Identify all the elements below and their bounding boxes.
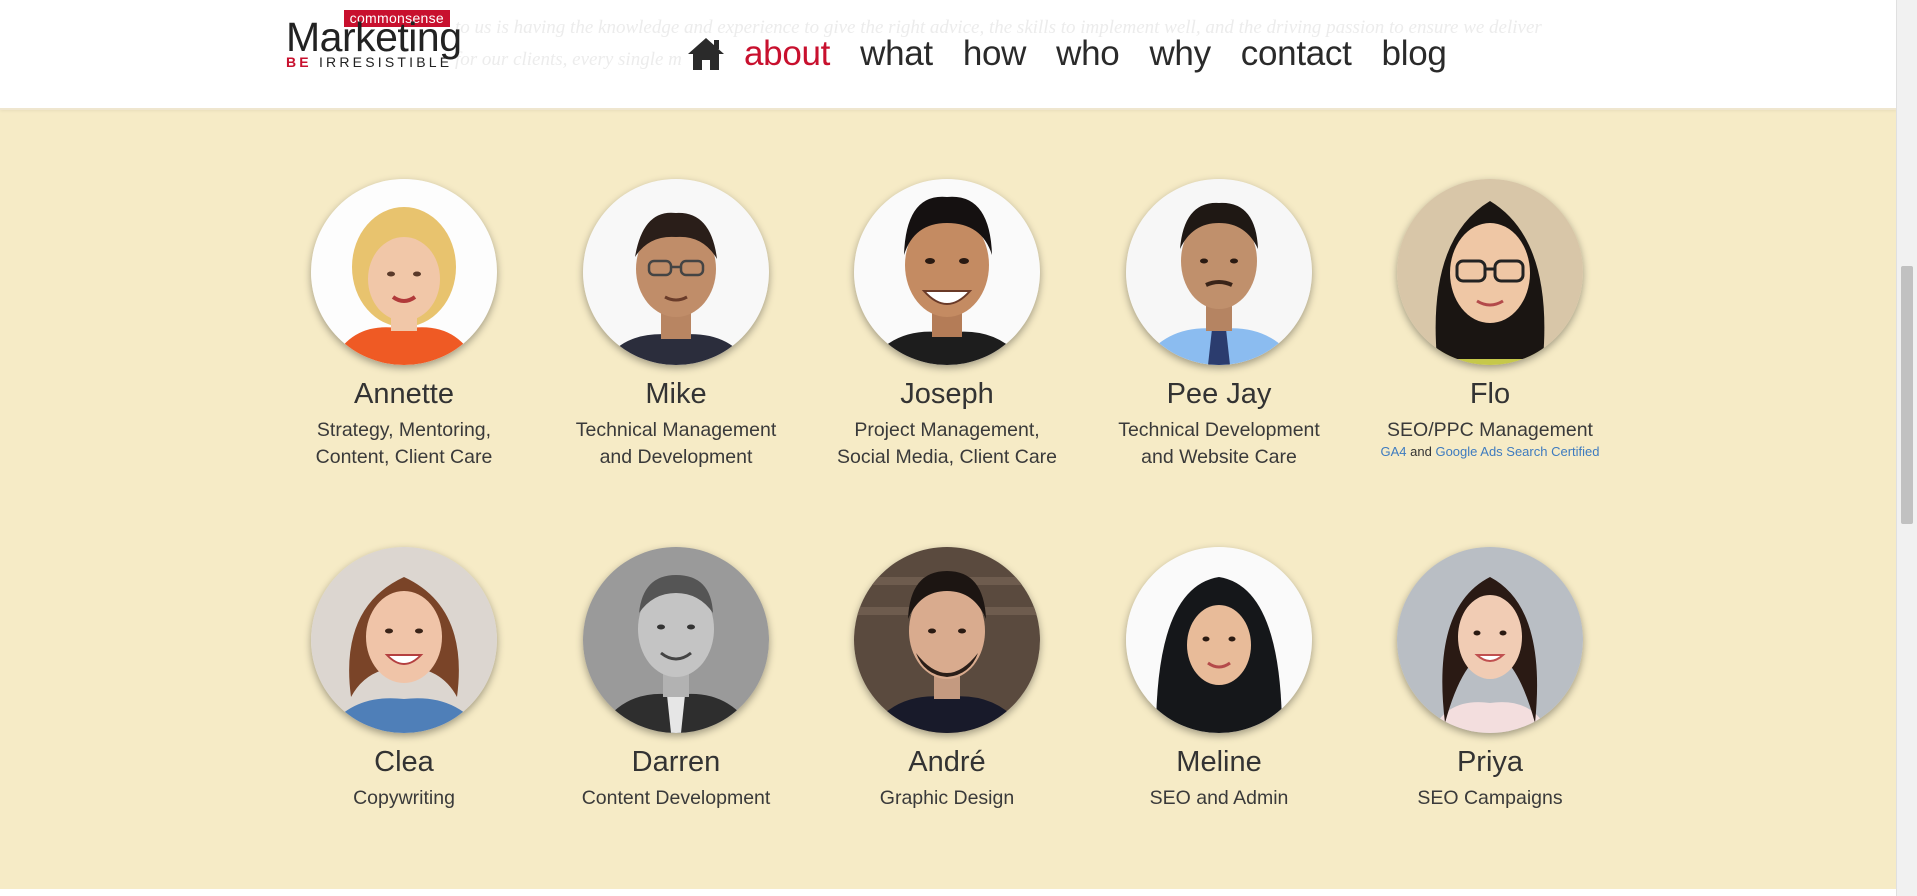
- member-name: Pee Jay: [1166, 378, 1272, 410]
- member-role: SEO and Admin: [1089, 785, 1349, 812]
- role-line: and Website Care: [1141, 446, 1297, 468]
- cert-and: and: [1410, 444, 1432, 459]
- team-member-clea[interactable]: Clea Copywriting: [274, 547, 534, 812]
- nav-item-why[interactable]: why: [1149, 34, 1211, 74]
- team-member-mike[interactable]: Mike Technical Management and Developmen…: [546, 179, 806, 471]
- role-line: Strategy, Mentoring,: [316, 419, 492, 441]
- avatar[interactable]: [854, 179, 1040, 365]
- member-name: Joseph: [900, 378, 994, 410]
- member-name: Darren: [631, 746, 721, 778]
- google-ads-certified-link[interactable]: Google Ads Search Certified: [1435, 444, 1599, 459]
- avatar[interactable]: [583, 547, 769, 733]
- role-line: Technical Development: [1118, 419, 1320, 441]
- team-member-joseph[interactable]: Joseph Project Management, Social Media,…: [817, 179, 1077, 471]
- member-role: Content Development: [546, 785, 806, 812]
- scrollbar-thumb[interactable]: [1901, 266, 1913, 524]
- site-logo[interactable]: commonsense Marketing BE IRRESISTIBLE: [286, 10, 462, 70]
- member-name: Annette: [354, 378, 454, 410]
- member-name: Mike: [645, 378, 707, 410]
- role-line: SEO and Admin: [1149, 787, 1289, 809]
- ga4-link[interactable]: GA4: [1380, 444, 1406, 459]
- role-line: Graphic Design: [879, 787, 1015, 809]
- member-role: Strategy, Mentoring, Content, Client Car…: [274, 417, 534, 471]
- logo-tagline: BE IRRESISTIBLE: [286, 54, 452, 70]
- role-line: Content Development: [581, 787, 771, 809]
- role-line: and Development: [599, 446, 753, 468]
- member-role: Copywriting: [274, 785, 534, 812]
- team-member-priya[interactable]: Priya SEO Campaigns: [1360, 547, 1620, 812]
- role-line: SEO/PPC Management: [1387, 419, 1593, 441]
- avatar[interactable]: [1397, 179, 1583, 365]
- nav-item-who[interactable]: who: [1056, 34, 1120, 74]
- role-line: SEO Campaigns: [1417, 787, 1563, 809]
- logo-irresistible: IRRESISTIBLE: [318, 54, 453, 70]
- member-role: Project Management, Social Media, Client…: [817, 417, 1077, 471]
- nav-item-contact[interactable]: contact: [1241, 34, 1352, 74]
- team-section: Annette Strategy, Mentoring, Content, Cl…: [0, 0, 1897, 896]
- member-name: Priya: [1456, 746, 1524, 778]
- member-name: Meline: [1176, 746, 1262, 778]
- team-member-meline[interactable]: Meline SEO and Admin: [1089, 547, 1349, 812]
- member-name: Clea: [374, 746, 434, 778]
- member-role: Technical Development and Website Care: [1089, 417, 1349, 471]
- nav-item-how[interactable]: how: [963, 34, 1027, 74]
- role-line: Technical Management: [575, 419, 777, 441]
- nav-item-what[interactable]: what: [860, 34, 933, 74]
- team-member-pee-jay[interactable]: Pee Jay Technical Development and Websit…: [1089, 179, 1349, 471]
- role-line: Social Media, Client Care: [836, 446, 1057, 468]
- logo-main-text: Marketing: [286, 14, 462, 60]
- page-scrollbar[interactable]: [1896, 0, 1917, 896]
- logo-be: BE: [286, 54, 312, 70]
- member-role: SEO Campaigns: [1360, 785, 1620, 812]
- role-line: Copywriting: [353, 787, 455, 809]
- footer-edge: [0, 889, 1897, 896]
- certification-note: GA4 and Google Ads Search Certified: [1360, 443, 1620, 461]
- member-role: SEO/PPC Management: [1360, 417, 1620, 444]
- nav-item-blog[interactable]: blog: [1382, 34, 1447, 74]
- member-role: Graphic Design: [817, 785, 1077, 812]
- main-nav: about what how who why contact blog: [686, 22, 1477, 86]
- avatar[interactable]: [1126, 179, 1312, 365]
- role-line: Content, Client Care: [315, 446, 493, 468]
- team-member-flo[interactable]: Flo SEO/PPC Management GA4 and Google Ad…: [1360, 179, 1620, 461]
- avatar[interactable]: [583, 179, 769, 365]
- member-role: Technical Management and Development: [546, 417, 806, 471]
- home-icon[interactable]: [686, 34, 726, 74]
- member-name: André: [908, 746, 986, 778]
- avatar[interactable]: [1126, 547, 1312, 733]
- avatar[interactable]: [854, 547, 1040, 733]
- member-name: Flo: [1469, 378, 1511, 410]
- site-header: to us is having the knowledge and experi…: [0, 0, 1897, 110]
- avatar[interactable]: [1397, 547, 1583, 733]
- role-line: Project Management,: [854, 419, 1040, 441]
- avatar[interactable]: [311, 179, 497, 365]
- avatar[interactable]: [311, 547, 497, 733]
- team-member-darren[interactable]: Darren Content Development: [546, 547, 806, 812]
- nav-item-about[interactable]: about: [744, 34, 830, 74]
- team-member-andre[interactable]: André Graphic Design: [817, 547, 1077, 812]
- team-member-annette[interactable]: Annette Strategy, Mentoring, Content, Cl…: [274, 179, 534, 471]
